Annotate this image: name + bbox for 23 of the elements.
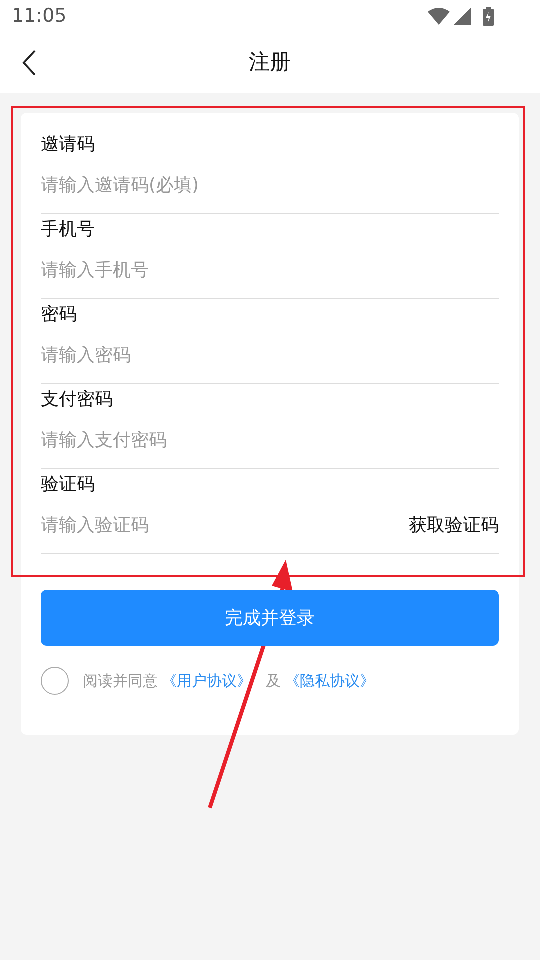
field-label: 密码 xyxy=(41,303,78,327)
field-label: 邀请码 xyxy=(41,133,96,157)
back-icon xyxy=(22,50,36,76)
input-field[interactable]: 请输入手机号 xyxy=(41,256,499,284)
privacy-agreement-link[interactable]: 《隐私协议》 xyxy=(285,670,375,692)
page-title: 注册 xyxy=(249,48,291,76)
input-field[interactable]: 请输入密码 xyxy=(41,342,499,368)
battery-icon xyxy=(483,6,494,26)
input-field[interactable]: 请输入验证码 xyxy=(41,512,409,538)
input-field[interactable]: 请输入支付密码 xyxy=(41,426,499,454)
signal-icon xyxy=(454,8,471,24)
input-field[interactable]: 请输入邀请码(必填) xyxy=(41,172,499,198)
field-label: 验证码 xyxy=(41,473,96,497)
agreement-checkbox[interactable] xyxy=(41,667,69,695)
user-agreement-link[interactable]: 《用户协议》 xyxy=(162,670,252,692)
agreement-joiner: 及 xyxy=(266,670,281,692)
field-label: 支付密码 xyxy=(41,388,114,412)
status-time: 11:05 xyxy=(12,4,67,29)
agreement-text: 阅读并同意 xyxy=(83,670,158,692)
get-code-button[interactable]: 获取验证码 xyxy=(409,512,499,538)
submit-button[interactable]: 完成并登录 xyxy=(41,590,499,646)
wifi-icon xyxy=(428,7,450,25)
field-label: 手机号 xyxy=(41,218,96,242)
